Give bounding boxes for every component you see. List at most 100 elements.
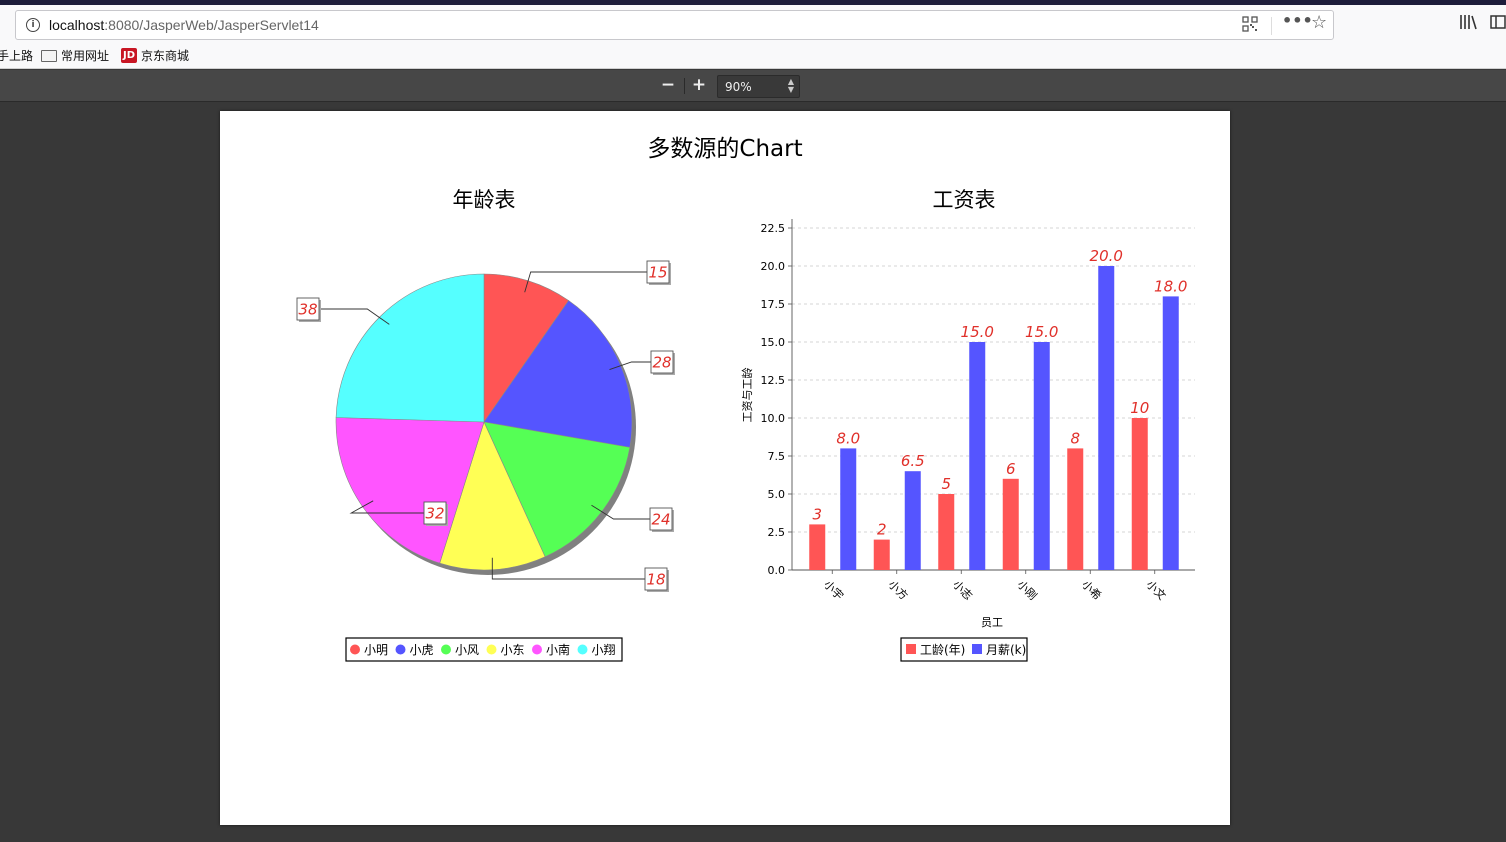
legend-marker-小虎 <box>395 644 406 655</box>
y-tick-label: 2.5 <box>768 526 786 539</box>
bar-小方-1 <box>904 471 921 570</box>
legend-label-月薪(k): 月薪(k) <box>986 643 1026 657</box>
y-tick-label: 7.5 <box>768 450 786 463</box>
pie-data-label: 38 <box>298 301 317 319</box>
bookmark-getting-started[interactable]: 手上路 <box>0 47 33 64</box>
chevron-up-down-icon: ▲ ▼ <box>787 77 794 94</box>
legend-marker-小明 <box>350 644 360 655</box>
legend-label-小风: 小风 <box>455 643 479 657</box>
legend-marker-月薪(k) <box>972 644 982 654</box>
legend-marker-小风 <box>441 644 451 655</box>
page-actions-icon[interactable]: ••• <box>1282 12 1313 30</box>
bookmark-star-icon[interactable]: ☆ <box>1311 14 1327 32</box>
salary-bar-chart: 工资表 0.0 2.5 5.0 7.5 10.0 12.5 15.0 17.5 20.0 22.5 工… <box>740 188 1195 662</box>
site-info-icon[interactable]: i <box>26 18 40 32</box>
bar-小刚-1 <box>1033 342 1050 570</box>
x-tick-label: 小希 <box>1079 577 1104 602</box>
bookmark-label: 京东商城 <box>141 49 190 63</box>
pie-data-label: 15 <box>648 264 667 282</box>
bookmark-jd[interactable]: JD 京东商城 <box>121 47 189 64</box>
legend-label-小翔: 小翔 <box>592 643 616 657</box>
y-tick-label: 0.0 <box>768 564 786 577</box>
bar-chart-title: 工资表 <box>933 188 996 212</box>
pdf-page: 多数源的Chart 年龄表 15 28 24 18 32 38 小明 小虎 小风 小东 小南 小翔 工资… <box>220 111 1230 825</box>
bar-小文-0 <box>1131 418 1148 570</box>
y-tick-label: 5.0 <box>768 488 786 501</box>
bar-data-label: 18.0 <box>1154 277 1187 295</box>
bar-data-label: 15.0 <box>1025 323 1058 341</box>
y-axis-label: 工资与工龄 <box>740 368 754 423</box>
qr-code-icon[interactable] <box>1242 16 1258 36</box>
jd-icon: JD <box>121 48 137 63</box>
legend-marker-工龄(年) <box>906 644 916 654</box>
bar-小方-0 <box>873 539 890 570</box>
bar-data-label: 8.0 <box>836 429 860 447</box>
y-tick-label: 15.0 <box>761 336 786 349</box>
bar-data-label: 6 <box>1006 460 1016 478</box>
bar-小刚-0 <box>1002 478 1019 570</box>
bar-小志-1 <box>969 342 986 570</box>
pie-data-label: 32 <box>425 505 444 523</box>
legend-label-小虎: 小虎 <box>410 643 434 657</box>
x-tick-label: 小文 <box>1144 577 1169 602</box>
legend-marker-小南 <box>532 644 542 655</box>
bar-data-label: 3 <box>812 505 822 523</box>
legend-label-小明: 小明 <box>364 643 388 657</box>
bar-小宇-1 <box>840 448 857 570</box>
report-canvas: 多数源的Chart 年龄表152824183238小明 小虎 小风 小东 小南 小翔 工资… <box>296 136 1195 662</box>
bar-data-label: 10 <box>1130 399 1149 417</box>
y-tick-label: 12.5 <box>761 374 786 387</box>
bookmark-label: 手上路 <box>0 49 34 63</box>
bar-小志-0 <box>938 494 955 570</box>
y-tick-label: 20.0 <box>761 260 786 273</box>
zoom-in-button[interactable]: + <box>687 74 711 96</box>
library-icon[interactable] <box>1459 14 1477 34</box>
bookmark-folder-common[interactable]: 常用网址 <box>41 47 109 64</box>
navigation-toolbar: i localhost:8080/JasperWeb/JasperServlet… <box>0 5 1506 43</box>
x-tick-label: 小刚 <box>1015 578 1040 603</box>
toolbar-separator <box>684 78 685 94</box>
legend-label-小东: 小东 <box>501 643 525 657</box>
legend-label-工龄(年): 工龄(年) <box>920 643 965 657</box>
x-tick-label: 小宇 <box>821 578 846 603</box>
url-host: localhost <box>49 17 105 33</box>
pie-data-label: 18 <box>646 571 665 589</box>
legend-marker-小东 <box>486 644 497 655</box>
pdf-viewer-toolbar: − + 90% ▲ ▼ <box>0 70 1506 102</box>
bar-小宇-0 <box>809 524 826 570</box>
bar-小文-1 <box>1162 296 1179 570</box>
bar-data-label: 20.0 <box>1090 247 1123 265</box>
url-path: :8080/JasperWeb/JasperServlet14 <box>104 17 319 33</box>
pie-data-label: 28 <box>652 354 671 372</box>
zoom-select[interactable]: 90% ▲ ▼ <box>717 75 800 98</box>
bar-小希-1 <box>1098 266 1115 570</box>
bar-data-label: 15.0 <box>961 323 994 341</box>
pie-data-label: 24 <box>651 511 670 529</box>
pie-slice-小翔 <box>335 273 485 423</box>
y-tick-label: 22.5 <box>761 222 786 235</box>
x-tick-label: 小方 <box>886 577 911 602</box>
bookmark-label: 常用网址 <box>61 49 110 63</box>
zoom-out-button[interactable]: − <box>656 74 680 96</box>
bar-data-label: 2 <box>877 521 887 539</box>
pie-chart-title: 年龄表 <box>453 188 516 212</box>
x-tick-label: 小志 <box>950 578 975 603</box>
bar-小希-0 <box>1067 448 1084 570</box>
y-tick-label: 10.0 <box>761 412 786 425</box>
sidebar-icon[interactable] <box>1490 14 1506 34</box>
bar-data-label: 5 <box>941 475 951 493</box>
report-title: 多数源的Chart <box>647 136 802 162</box>
bookmarks-bar: 手上路 常用网址 JD 京东商城 <box>0 43 1506 69</box>
y-tick-label: 17.5 <box>761 298 786 311</box>
urlbar-separator <box>1271 17 1272 35</box>
x-axis-label: 员工 <box>981 616 1003 629</box>
age-pie-chart: 年龄表 15 28 24 18 32 38 小明 小虎 小风 小东 小南 小翔 <box>296 188 675 662</box>
zoom-value: 90% <box>725 80 752 94</box>
address-bar[interactable]: i localhost:8080/JasperWeb/JasperServlet… <box>15 10 1334 40</box>
folder-icon <box>41 49 57 62</box>
legend-marker-小翔 <box>577 644 588 655</box>
bar-data-label: 8 <box>1070 429 1080 447</box>
bar-data-label: 6.5 <box>901 452 925 470</box>
legend-label-小南: 小南 <box>546 642 570 657</box>
url-text[interactable]: localhost:8080/JasperWeb/JasperServlet14 <box>49 17 319 33</box>
